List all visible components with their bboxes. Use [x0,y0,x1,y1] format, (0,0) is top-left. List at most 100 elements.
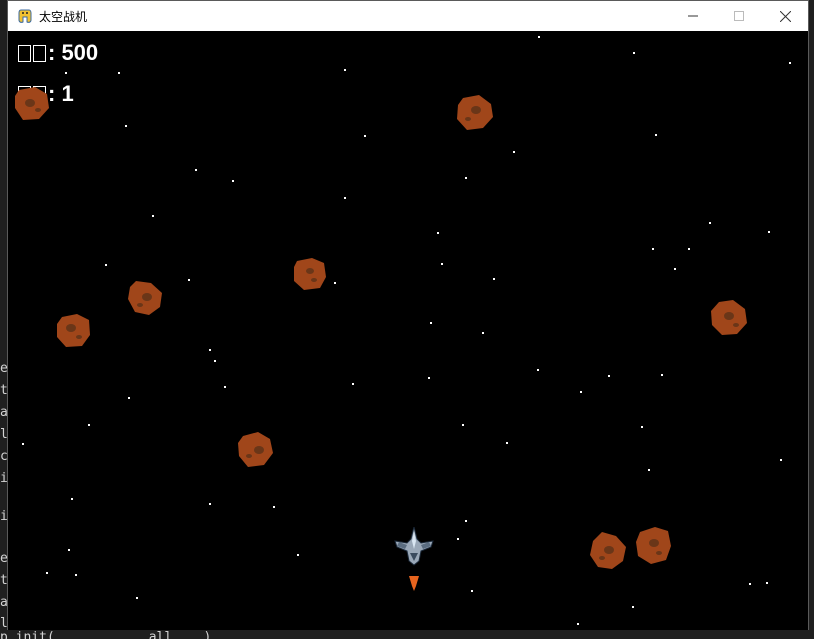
star [71,498,73,500]
asteroid [294,258,326,290]
pygame-snake-icon [17,8,33,24]
minimize-button[interactable] [670,1,716,31]
star [506,442,508,444]
background-code-line: el [0,551,8,566]
star [608,375,610,377]
star [22,443,24,445]
star [68,549,70,551]
star [493,278,495,280]
player-spaceship [394,527,434,566]
star [195,169,197,171]
background-code-line: to [0,573,8,588]
star [428,377,430,379]
star [188,279,190,281]
star [652,248,654,250]
star [648,469,650,471]
star [577,623,579,625]
window-controls [670,1,808,31]
score-label-glyph [33,44,46,62]
star [641,426,643,428]
asteroid [711,300,747,335]
lives-value: : 1 [48,81,74,106]
star [441,263,443,265]
star [152,215,154,217]
star [334,282,336,284]
star [688,248,690,250]
background-code-line: lo [0,427,8,442]
star [513,151,515,153]
star [437,232,439,234]
score-label-glyph [18,44,31,62]
close-icon [779,10,791,22]
asteroid [238,432,273,467]
star [344,69,346,71]
star [482,332,484,334]
star [209,503,211,505]
star [364,135,366,137]
star [462,424,464,426]
asteroid [15,87,49,120]
star [633,52,635,54]
star [224,386,226,388]
star [105,264,107,266]
star [65,72,67,74]
star [88,424,90,426]
title-bar[interactable]: 太空战机 [8,1,808,31]
star [232,180,234,182]
star [661,374,663,376]
star [780,459,782,461]
asteroid [128,281,162,315]
background-code-line: i [0,509,8,524]
star [136,597,138,599]
star [273,506,275,508]
star [537,369,539,371]
star [457,538,459,540]
background-code-line: ar [0,405,8,420]
maximize-button[interactable] [716,1,762,31]
star [538,36,540,38]
star [214,360,216,362]
window-title: 太空战机 [39,9,88,24]
asteroid [57,314,90,347]
star [118,72,120,74]
star [471,590,473,592]
background-code-line: el [0,361,8,376]
score-value: : 500 [48,40,99,65]
background-code-line: p.init(... ... ... all ...) [0,630,212,639]
star [674,268,676,270]
asteroid [590,532,626,569]
close-button[interactable] [762,1,808,31]
background-code-line: ar [0,595,8,610]
star [465,520,467,522]
background-code-line: lo [0,616,8,631]
star [352,383,354,385]
star [430,322,432,324]
star [632,606,634,608]
star [789,62,791,64]
bullet [409,576,419,591]
maximize-icon [734,11,744,21]
background-code-bottom: p.init(... ... ... all ...) [0,630,814,639]
star [749,583,751,585]
star [580,391,582,393]
asteroid [457,95,493,130]
star [128,397,130,399]
star [465,177,467,179]
star [209,349,211,351]
star [297,554,299,556]
star [655,134,657,136]
background-code-line: to [0,383,8,398]
star [768,231,770,233]
star [344,197,346,199]
star [709,222,711,224]
star [125,125,127,127]
background-code-line: i [0,471,8,486]
game-canvas[interactable]: : 500 : 1 [8,31,808,631]
game-window: 太空战机 : 500 : 1 [7,0,809,632]
background-code-line: cc [0,449,8,464]
asteroid [636,527,671,564]
star [75,574,77,576]
minimize-icon [688,15,698,17]
star [766,582,768,584]
star [46,572,48,574]
